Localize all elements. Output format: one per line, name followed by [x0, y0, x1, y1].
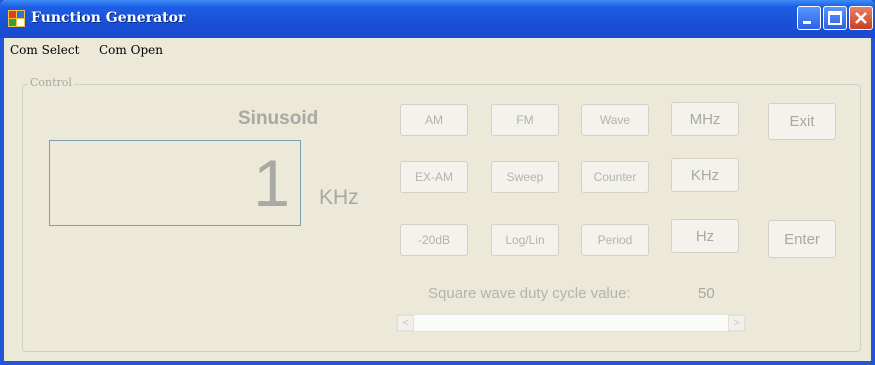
- frequency-display: 1: [49, 140, 301, 226]
- maximize-button[interactable]: [823, 6, 847, 30]
- menu-com-open[interactable]: Com Open: [99, 43, 163, 57]
- scroll-left-arrow-icon[interactable]: <: [397, 315, 414, 331]
- counter-button[interactable]: Counter: [581, 161, 649, 193]
- close-icon: [855, 12, 867, 24]
- am-button[interactable]: AM: [400, 104, 468, 136]
- minimize-button[interactable]: [797, 6, 821, 30]
- minimize-icon: [803, 21, 811, 24]
- ex-am-button[interactable]: EX-AM: [400, 161, 468, 193]
- period-button[interactable]: Period: [581, 224, 649, 256]
- khz-button[interactable]: KHz: [671, 158, 739, 192]
- duty-cycle-value: 50: [698, 285, 715, 302]
- control-group-label: Control: [28, 76, 74, 89]
- fm-button[interactable]: FM: [491, 104, 559, 136]
- waveform-label: Sinusoid: [238, 108, 319, 129]
- close-button[interactable]: [849, 6, 873, 30]
- duty-cycle-label: Square wave duty cycle value:: [428, 285, 631, 302]
- sweep-button[interactable]: Sweep: [491, 161, 559, 193]
- scroll-right-arrow-icon[interactable]: >: [728, 315, 745, 331]
- enter-button[interactable]: Enter: [768, 220, 836, 258]
- app-icon: [8, 10, 25, 27]
- title-bar[interactable]: Function Generator: [0, 0, 875, 38]
- log-lin-button[interactable]: Log/Lin: [491, 224, 559, 256]
- menu-bar: Com Select Com Open: [4, 38, 871, 62]
- frequency-unit-label: KHz: [319, 186, 359, 209]
- wave-button[interactable]: Wave: [581, 104, 649, 136]
- menu-com-select[interactable]: Com Select: [10, 43, 79, 57]
- maximize-icon: [828, 11, 842, 25]
- minus-20db-button[interactable]: -20dB: [400, 224, 468, 256]
- exit-button[interactable]: Exit: [768, 103, 836, 140]
- duty-cycle-scrollbar[interactable]: < >: [396, 314, 746, 332]
- frequency-value: 1: [253, 146, 290, 220]
- mhz-button[interactable]: MHz: [671, 102, 739, 136]
- hz-button[interactable]: Hz: [671, 219, 739, 253]
- window-title: Function Generator: [31, 10, 186, 26]
